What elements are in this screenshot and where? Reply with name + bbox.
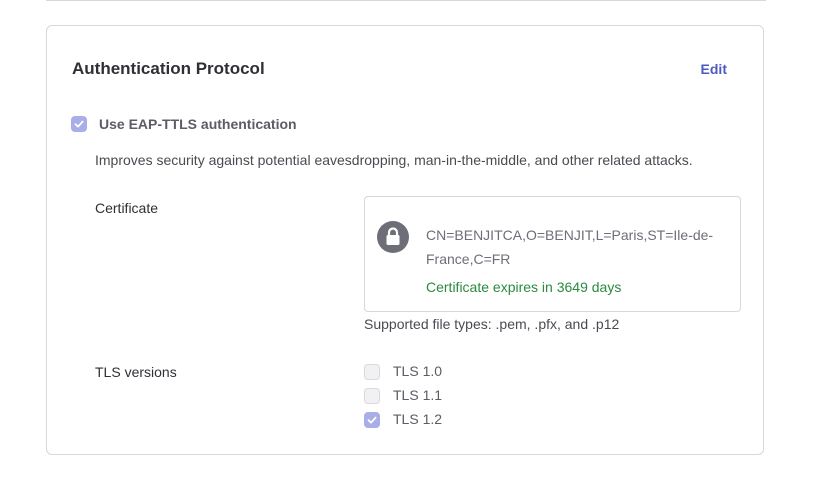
tls-1-0-label: TLS 1.0 — [393, 363, 443, 379]
tls-1-1-checkbox[interactable] — [364, 388, 380, 404]
tls-1-2-checkbox[interactable] — [364, 412, 380, 428]
supported-file-types: Supported file types: .pem, .pfx, and .p… — [364, 316, 620, 332]
eap-description: Improves security against potential eave… — [95, 152, 693, 168]
tls-1-0-checkbox[interactable] — [364, 364, 380, 380]
certificate-expiry: Certificate expires in 3649 days — [426, 279, 622, 295]
certificate-label: Certificate — [95, 200, 159, 216]
authentication-protocol-card: Authentication Protocol Edit Use EAP-TTL… — [46, 25, 764, 455]
section-title: Authentication Protocol — [72, 59, 265, 78]
eap-ttls-label[interactable]: Use EAP-TTLS authentication — [99, 116, 297, 132]
tls-1-2-label: TLS 1.2 — [393, 411, 443, 427]
eap-ttls-checkbox[interactable] — [71, 116, 87, 132]
checkmark-icon — [74, 120, 84, 128]
tls-1-1-label: TLS 1.1 — [393, 387, 443, 403]
tls-versions-label: TLS versions — [95, 364, 177, 380]
certificate-name: CN=BENJITCA,O=BENJIT,L=Paris,ST=Ile-de-F… — [426, 227, 714, 267]
edit-button[interactable]: Edit — [701, 61, 727, 77]
lock-icon — [377, 221, 409, 253]
top-divider — [46, 0, 766, 1]
checkmark-icon — [367, 416, 377, 424]
certificate-box: CN=BENJITCA,O=BENJIT,L=Paris,ST=Ile-de-F… — [364, 196, 741, 312]
